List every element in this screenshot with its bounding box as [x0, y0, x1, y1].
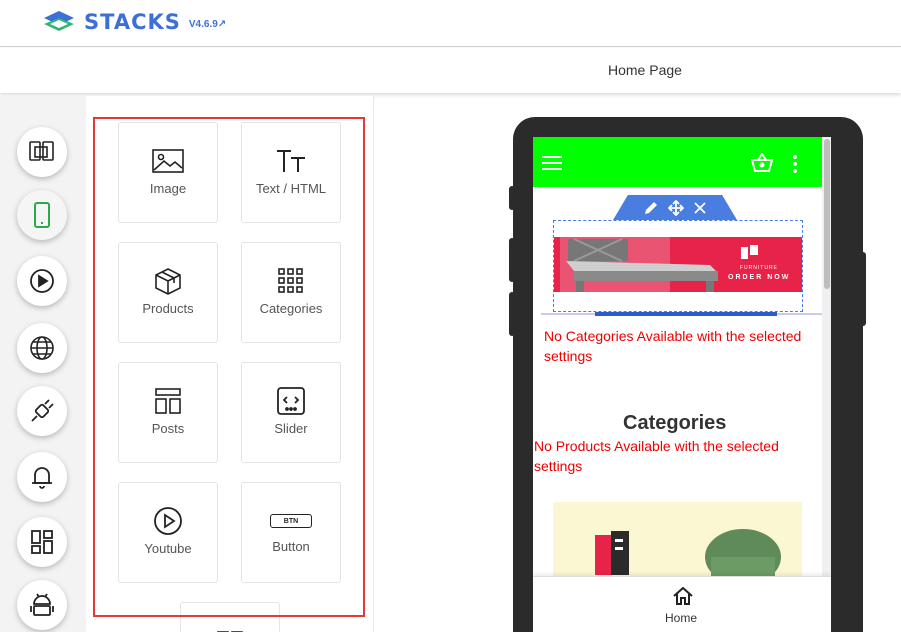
banner-toolbar	[613, 195, 737, 220]
phone-screen: FURNITURE ORDER NOW No Categories Availa…	[533, 137, 831, 632]
move-icon[interactable]	[668, 199, 684, 216]
banner-cta: ORDER NOW	[728, 274, 791, 281]
no-categories-message: No Categories Available with the selecte…	[544, 328, 802, 364]
banner-image: FURNITURE ORDER NOW	[554, 237, 802, 292]
more-vertical-icon[interactable]	[792, 155, 798, 173]
basket-icon[interactable]	[750, 153, 774, 173]
rail-layout-button[interactable]	[17, 517, 67, 567]
layout-icon	[31, 530, 53, 554]
nav-home-label[interactable]: Home	[665, 611, 697, 625]
no-products-message: No Products Available with the selected …	[534, 438, 779, 474]
plug-icon	[31, 399, 54, 422]
logo-text: STACKS	[84, 10, 181, 34]
bed-illustration-icon	[560, 237, 718, 292]
mobile-icon	[34, 202, 50, 228]
play-circle-icon	[30, 269, 54, 293]
bottom-navigation: Home	[533, 576, 831, 632]
version-link[interactable]: V4.6.9↗	[189, 19, 226, 30]
rail-plugin-button[interactable]	[17, 386, 67, 436]
android-icon	[30, 593, 54, 616]
rail-globe-button[interactable]	[17, 323, 67, 373]
rail-mobile-button[interactable]	[17, 190, 67, 240]
preview-scroll-thumb[interactable]	[824, 139, 830, 289]
furniture-logo-icon	[741, 245, 758, 259]
rail-android-button[interactable]	[17, 580, 67, 630]
external-link-icon: ↗	[217, 18, 227, 30]
page-title: Home Page	[608, 62, 682, 78]
rail-devices-button[interactable]	[17, 127, 67, 177]
promo-image	[553, 502, 802, 582]
chair-illustration-icon	[595, 529, 781, 582]
home-icon[interactable]	[673, 587, 693, 605]
devices-icon	[29, 141, 54, 161]
stacks-logo-icon	[44, 11, 74, 31]
app-bar	[533, 137, 822, 187]
widget-panel-highlight	[93, 117, 365, 617]
page-bar: Home Page	[0, 48, 901, 93]
globe-icon	[30, 336, 54, 360]
bell-icon	[32, 467, 52, 489]
close-icon[interactable]	[694, 201, 706, 214]
version-text: V4.6.9	[188, 18, 218, 30]
app-root: STACKS V4.6.9↗ Home Page Image Text / HT…	[0, 0, 901, 632]
logo[interactable]: STACKS V4.6.9↗	[42, 9, 226, 35]
categories-heading: Categories	[623, 412, 727, 434]
top-header: STACKS V4.6.9↗	[0, 0, 901, 47]
banner-brand: FURNITURE	[740, 265, 778, 271]
rail-play-button[interactable]	[17, 256, 67, 306]
rail-notifications-button[interactable]	[17, 452, 67, 502]
menu-icon[interactable]	[542, 155, 562, 171]
edit-icon[interactable]	[644, 201, 658, 215]
selection-indicator	[595, 312, 777, 316]
